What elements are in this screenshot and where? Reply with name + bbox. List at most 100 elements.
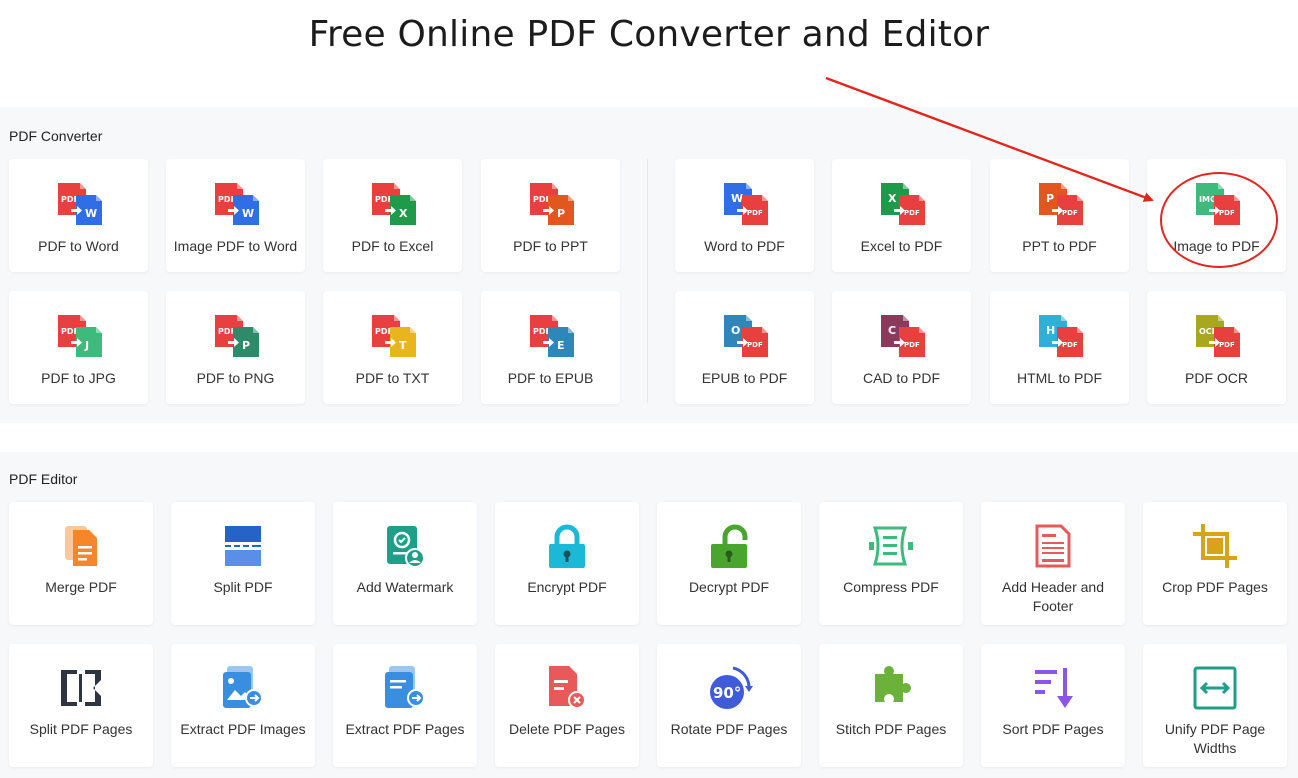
tool-card-epub-to-pdf[interactable]: O PDF EPUB to PDF xyxy=(675,291,814,404)
card-label: PDF to PNG xyxy=(196,370,275,386)
sort-icon xyxy=(1035,668,1073,708)
svg-text:IMG: IMG xyxy=(1199,195,1217,204)
tool-card-pdf-to-epub[interactable]: PDF E PDF to EPUB xyxy=(481,291,620,404)
pdf-editor-section: PDF Editor Merge PDF Split PDF Add Waterma… xyxy=(0,452,1298,778)
cad-to-pdf-icon: C PDF xyxy=(880,315,925,357)
pdf-to-word-icon: PDF W xyxy=(57,183,102,225)
tool-card-cad-to-pdf[interactable]: C PDF CAD to PDF xyxy=(832,291,971,404)
image-to-pdf-icon: IMG PDF xyxy=(1195,183,1240,225)
tool-card-decrypt-pdf[interactable]: Decrypt PDF xyxy=(657,502,801,625)
card-label: PDF to Word xyxy=(38,238,119,254)
tool-card-excel-to-pdf[interactable]: X PDF Excel to PDF xyxy=(832,159,971,272)
tool-card-stitch-pdf-pages[interactable]: Stitch PDF Pages xyxy=(819,644,963,767)
card-label: Unify PDF Page Widths xyxy=(1164,721,1266,756)
tool-card-pdf-to-txt[interactable]: PDF T PDF to TXT xyxy=(323,291,462,404)
card-label: Extract PDF Images xyxy=(180,721,306,737)
card-label: CAD to PDF xyxy=(862,370,940,386)
unlock-icon xyxy=(711,524,748,568)
svg-text:PDF: PDF xyxy=(1219,209,1235,217)
tool-card-pdf-to-excel[interactable]: PDF X PDF to Excel xyxy=(323,159,462,272)
page-title: Free Online PDF Converter and Editor xyxy=(308,14,990,55)
card-label: Add Header and Footer xyxy=(1002,579,1104,614)
svg-text:E: E xyxy=(557,339,565,352)
lock-icon xyxy=(549,524,585,568)
svg-text:H: H xyxy=(1046,324,1055,337)
epub-to-pdf-icon: O PDF xyxy=(723,315,768,357)
pdf-to-excel-icon: PDF X xyxy=(371,183,416,225)
tool-card-image-pdf-to-word[interactable]: PDF W Image PDF to Word xyxy=(166,159,305,272)
tool-card-extract-pdf-images[interactable]: Extract PDF Images xyxy=(171,644,315,767)
card-label: Split PDF Pages xyxy=(29,721,133,737)
word-to-pdf-icon: W PDF xyxy=(723,183,768,225)
image-pdf-to-word-icon: PDF W xyxy=(214,183,259,225)
card-label: Crop PDF Pages xyxy=(1162,579,1268,595)
svg-text:PDF: PDF xyxy=(1219,341,1235,349)
card-label: Sort PDF Pages xyxy=(1002,721,1104,737)
tool-card-pdf-to-ppt[interactable]: PDF P PDF to PPT xyxy=(481,159,620,272)
card-label: Compress PDF xyxy=(843,579,939,595)
svg-text:O: O xyxy=(731,324,740,337)
pdf-ocr-icon: OCR PDF xyxy=(1195,315,1240,357)
tool-card-image-to-pdf[interactable]: IMG PDF Image to PDF xyxy=(1147,159,1286,272)
svg-text:W: W xyxy=(85,207,97,220)
card-label: Stitch PDF Pages xyxy=(835,721,947,737)
tool-card-add-header-and-footer[interactable]: Add Header and Footer xyxy=(981,502,1125,625)
tool-card-ppt-to-pdf[interactable]: P PDF PPT to PDF xyxy=(990,159,1129,272)
svg-text:W: W xyxy=(242,207,254,220)
tool-card-split-pdf[interactable]: Split PDF xyxy=(171,502,315,625)
card-label: PDF to EPUB xyxy=(507,370,594,386)
extract-pages-icon xyxy=(385,666,425,708)
tool-card-split-pdf-pages[interactable]: Split PDF Pages xyxy=(9,644,153,767)
tool-card-word-to-pdf[interactable]: W PDF Word to PDF xyxy=(675,159,814,272)
svg-text:PDF: PDF xyxy=(1062,209,1078,217)
pdf-to-epub-icon: PDF E xyxy=(529,315,574,357)
card-label: Word to PDF xyxy=(704,238,785,254)
tool-card-pdf-to-jpg[interactable]: PDF J PDF to JPG xyxy=(9,291,148,404)
excel-to-pdf-icon: X PDF xyxy=(880,183,925,225)
puzzle-icon xyxy=(875,666,911,702)
unify-width-icon xyxy=(1193,666,1237,710)
tool-card-rotate-pdf-pages[interactable]: 90° Rotate PDF Pages xyxy=(657,644,801,767)
ppt-to-pdf-icon: P PDF xyxy=(1038,183,1083,225)
svg-text:X: X xyxy=(399,207,408,220)
card-label: Decrypt PDF xyxy=(688,579,770,595)
tool-card-add-watermark[interactable]: Add Watermark xyxy=(333,502,477,625)
compress-icon xyxy=(869,526,913,566)
svg-text:J: J xyxy=(84,339,89,352)
split-pdf-icon xyxy=(225,526,261,566)
card-label: Add Watermark xyxy=(356,579,454,595)
card-label: Delete PDF Pages xyxy=(509,721,625,737)
card-label: PPT to PDF xyxy=(1022,238,1097,254)
card-label: PDF to Excel xyxy=(351,238,434,254)
tool-card-html-to-pdf[interactable]: H PDF HTML to PDF xyxy=(990,291,1129,404)
svg-text:W: W xyxy=(731,192,743,205)
tool-card-sort-pdf-pages[interactable]: Sort PDF Pages xyxy=(981,644,1125,767)
svg-text:PDF: PDF xyxy=(1062,341,1078,349)
pdf-to-png-icon: PDF P xyxy=(214,315,259,357)
pdf-converter-section: PDF Converter PDF W PDF to Word PDF W Im… xyxy=(0,107,1298,423)
svg-text:X: X xyxy=(888,192,897,205)
merge-pdf-icon xyxy=(65,526,97,566)
svg-text:PDF: PDF xyxy=(747,341,763,349)
tool-card-compress-pdf[interactable]: Compress PDF xyxy=(819,502,963,625)
card-label: PDF to TXT xyxy=(355,370,430,386)
card-label: Image to PDF xyxy=(1173,238,1260,254)
svg-text:PDF: PDF xyxy=(904,209,920,217)
tool-card-pdf-to-png[interactable]: PDF P PDF to PNG xyxy=(166,291,305,404)
tool-card-pdf-to-word[interactable]: PDF W PDF to Word xyxy=(9,159,148,272)
pdf-to-jpg-icon: PDF J xyxy=(57,315,102,357)
tool-card-pdf-ocr[interactable]: OCR PDF PDF OCR xyxy=(1147,291,1286,404)
svg-text:90°: 90° xyxy=(713,684,741,702)
svg-text:T: T xyxy=(399,339,407,352)
watermark-icon xyxy=(387,526,425,568)
split-pages-icon xyxy=(61,670,101,706)
tool-card-crop-pdf-pages[interactable]: Crop PDF Pages xyxy=(1143,502,1287,625)
delete-pages-icon xyxy=(549,666,586,709)
tool-card-delete-pdf-pages[interactable]: Delete PDF Pages xyxy=(495,644,639,767)
tool-card-merge-pdf[interactable]: Merge PDF xyxy=(9,502,153,625)
tool-card-unify-pdf-page-widths[interactable]: Unify PDF Page Widths xyxy=(1143,644,1287,767)
svg-text:P: P xyxy=(242,339,250,352)
card-label: Rotate PDF Pages xyxy=(670,721,788,737)
tool-card-extract-pdf-pages[interactable]: Extract PDF Pages xyxy=(333,644,477,767)
tool-card-encrypt-pdf[interactable]: Encrypt PDF xyxy=(495,502,639,625)
